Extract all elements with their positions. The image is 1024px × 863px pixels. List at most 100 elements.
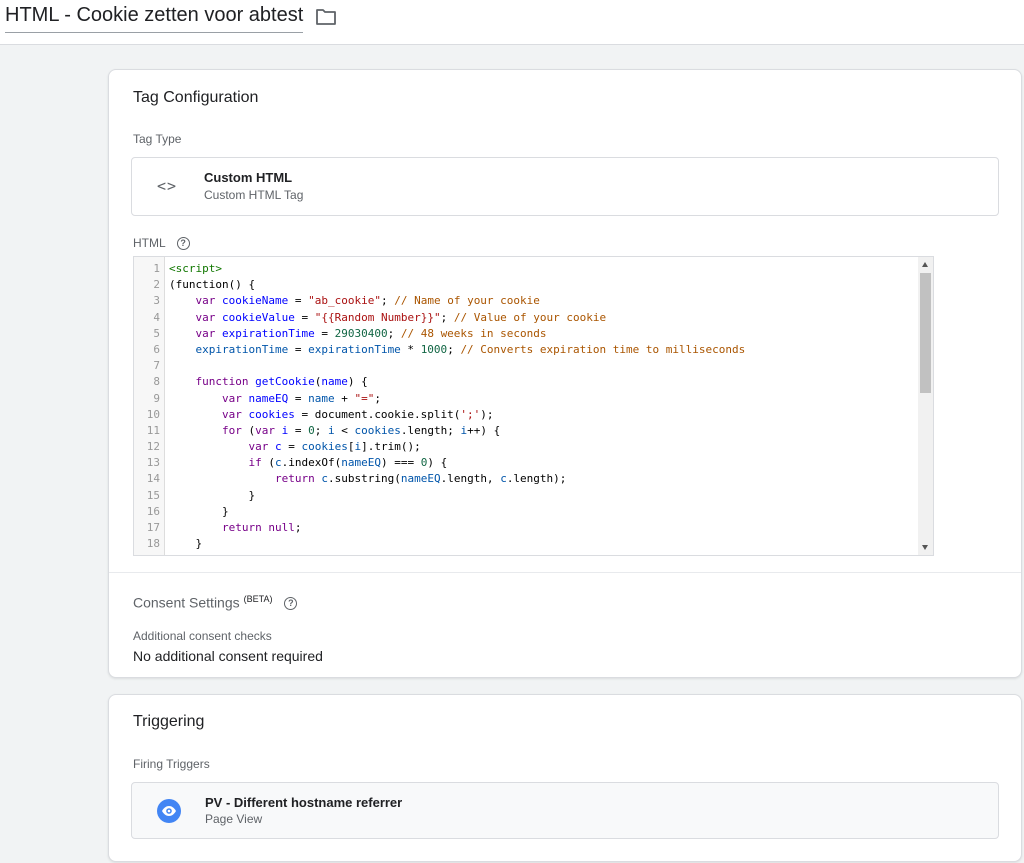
- code-token: return: [274, 472, 315, 486]
- code-token: expirationTime: [195, 342, 289, 356]
- code-line[interactable]: 8 function getCookie(name) {: [134, 374, 919, 390]
- code-line[interactable]: 15 }: [134, 488, 919, 504]
- line-number: 3: [153, 294, 160, 308]
- code-line[interactable]: 12 var c = cookies[i].trim();: [134, 439, 919, 455]
- html-help-icon[interactable]: ?: [176, 237, 190, 251]
- code-token: c: [500, 472, 507, 486]
- code-token: var: [195, 294, 216, 308]
- code-token: (function() {: [169, 278, 256, 292]
- code-line[interactable]: 1 <script>: [134, 261, 919, 277]
- tag-name-title[interactable]: HTML - Cookie zetten voor abtest: [5, 4, 304, 33]
- code-token: expirationTime: [308, 342, 401, 356]
- code-line[interactable]: 11 for (var i = 0; i < cookies.length; i…: [134, 423, 919, 439]
- code-text: var cookieValue = "{{Random Number}}"; /…: [160, 310, 607, 326]
- html-code-editor[interactable]: 1 <script> 2 (function() {3 var cookieName …: [133, 256, 934, 556]
- code-token: ;: [387, 326, 401, 340]
- code-token: *: [400, 342, 421, 356]
- line-number: 10: [146, 407, 160, 421]
- code-token: }: [169, 488, 256, 502]
- line-number: 2: [153, 278, 160, 292]
- scroll-down-arrow-icon[interactable]: [922, 545, 928, 550]
- code-line[interactable]: 7: [134, 358, 919, 374]
- code-token: var: [195, 310, 216, 324]
- tag-type-selector[interactable]: <> Custom HTML Custom HTML Tag: [131, 157, 999, 216]
- editor-scrollbar[interactable]: [918, 257, 933, 555]
- trigger-item[interactable]: PV - Different hostname referrer Page Vi…: [131, 782, 999, 839]
- tag-configuration-card[interactable]: Tag Configuration Tag Type <> Custom HTM…: [108, 69, 1022, 678]
- consent-settings-title: Consent Settings: [133, 594, 240, 611]
- code-token: name: [321, 375, 348, 389]
- code-text: function getCookie(name) {: [160, 374, 368, 390]
- code-text: if (c.indexOf(nameEQ) === 0) {: [160, 455, 447, 471]
- line-number: 16: [146, 504, 160, 518]
- consent-help-icon[interactable]: ?: [284, 597, 298, 611]
- code-token: expirationTime: [222, 326, 315, 340]
- code-line[interactable]: 2 (function() {: [134, 277, 919, 293]
- code-token: 29030400: [334, 326, 388, 340]
- code-token: ;: [294, 521, 302, 534]
- line-number: 5: [153, 326, 160, 340]
- tag-type-name: Custom HTML: [204, 170, 293, 185]
- code-token: c: [274, 440, 282, 454]
- code-token: =: [288, 391, 309, 405]
- line-number: 9: [153, 391, 160, 405]
- code-line[interactable]: 16 }: [134, 504, 919, 520]
- code-token: ) {: [427, 456, 448, 470]
- code-text: }: [160, 488, 255, 504]
- code-text: var expirationTime = 29030400; // 48 wee…: [160, 326, 547, 342]
- code-token: cookies: [354, 423, 401, 437]
- trigger-type: Page View: [205, 812, 263, 826]
- consent-value: No additional consent required: [133, 648, 323, 664]
- code-token: +: [334, 391, 355, 405]
- code-token: cookies: [248, 407, 295, 421]
- code-token: = document.cookie.split(: [294, 407, 461, 421]
- triggering-card[interactable]: Triggering Firing Triggers PV - Differen…: [108, 694, 1022, 862]
- line-number: 7: [153, 359, 160, 373]
- code-token: cookies: [301, 440, 348, 454]
- line-number: 13: [146, 456, 160, 470]
- code-lines[interactable]: 1 <script> 2 (function() {3 var cookieName …: [134, 261, 919, 555]
- code-line[interactable]: 19: [134, 552, 919, 555]
- code-line[interactable]: 3 var cookieName = "ab_cookie"; // Name …: [134, 293, 919, 309]
- code-text: }: [160, 504, 229, 520]
- code-token: "{{Random Number}}": [314, 310, 441, 324]
- code-line[interactable]: 5 var expirationTime = 29030400; // 48 w…: [134, 326, 919, 342]
- folder-icon[interactable]: [315, 8, 337, 26]
- html-label-row: HTML ?: [133, 236, 190, 251]
- code-text: expirationTime = expirationTime * 1000; …: [160, 342, 746, 358]
- code-token: var: [221, 391, 242, 405]
- code-line[interactable]: 4 var cookieValue = "{{Random Number}}";…: [134, 310, 919, 326]
- code-token: ;: [374, 391, 381, 405]
- line-number: 12: [146, 440, 160, 454]
- code-token: =: [281, 440, 302, 454]
- code-line[interactable]: 6 expirationTime = expirationTime * 1000…: [134, 342, 919, 358]
- code-token: <script>: [169, 262, 222, 275]
- code-text: <script>: [160, 261, 222, 277]
- code-line[interactable]: 18 }: [134, 536, 919, 552]
- code-line[interactable]: 14 return c.substring(nameEQ.length, c.l…: [134, 471, 919, 487]
- line-number: 11: [146, 423, 160, 437]
- code-token: ++) {: [467, 423, 501, 437]
- code-line[interactable]: 9 var nameEQ = name + "=";: [134, 391, 919, 407]
- scrollbar-thumb[interactable]: [920, 273, 931, 393]
- code-token: var: [195, 326, 216, 340]
- code-line[interactable]: 10 var cookies = document.cookie.split('…: [134, 407, 919, 423]
- code-line[interactable]: 17 return null;: [134, 520, 919, 536]
- code-line[interactable]: 13 if (c.indexOf(nameEQ) === 0) {: [134, 455, 919, 471]
- scroll-up-arrow-icon[interactable]: [922, 262, 928, 267]
- code-text: var c = cookies[i].trim();: [160, 439, 420, 455]
- code-token: // 48 weeks in seconds: [400, 326, 547, 340]
- code-token: c: [274, 456, 282, 470]
- line-number: 15: [146, 488, 160, 502]
- code-token: .indexOf(: [281, 456, 342, 470]
